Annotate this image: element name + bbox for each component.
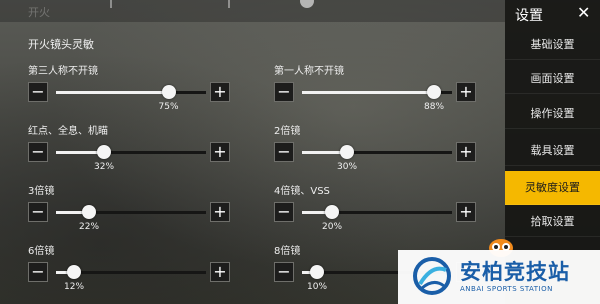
decrease-button[interactable]: −: [274, 142, 294, 162]
close-icon[interactable]: ✕: [577, 3, 590, 22]
slider-4x-scope-vss: 4倍镜、VSS − 20% +: [274, 182, 484, 232]
section-title: 开火镜头灵敏: [28, 38, 94, 51]
slider-red-dot-holo-iron: 红点、全息、机瞄 − 32% +: [28, 122, 238, 172]
slider-label: 第三人称不开镜: [28, 66, 98, 77]
slider-fill: [302, 91, 434, 94]
divider: [110, 0, 112, 8]
slider-track[interactable]: 88%: [302, 85, 452, 112]
sidebar-item-sensitivity[interactable]: 灵敏度设置: [505, 171, 600, 205]
slider-track[interactable]: 20%: [302, 205, 452, 232]
slider-label: 4倍镜、VSS: [274, 186, 330, 197]
slider-first-person-no-scope: 第一人称不开镜 − 88% +: [274, 62, 484, 112]
slider-value: 12%: [64, 282, 85, 292]
slider-thumb[interactable]: [325, 205, 339, 219]
increase-button[interactable]: +: [456, 142, 476, 162]
slider-track[interactable]: 30%: [302, 145, 452, 172]
slider-value: 30%: [337, 162, 358, 172]
decrease-button[interactable]: −: [274, 262, 294, 282]
slider-thumb[interactable]: [97, 145, 111, 159]
slider-thumb[interactable]: [427, 85, 441, 99]
slider-track[interactable]: 75%: [56, 85, 206, 112]
sidebar-item-pickup[interactable]: 拾取设置: [505, 207, 600, 237]
slider-thumb[interactable]: [310, 265, 324, 279]
settings-title: 设置: [515, 8, 543, 24]
decrease-button[interactable]: −: [28, 202, 48, 222]
increase-button[interactable]: +: [210, 202, 230, 222]
slider-label: 红点、全息、机瞄: [28, 126, 108, 137]
increase-button[interactable]: +: [210, 262, 230, 282]
slider-6x-scope: 6倍镜 − 12% +: [28, 242, 238, 292]
header-ghost-text: 开火: [28, 6, 50, 19]
increase-button[interactable]: +: [210, 82, 230, 102]
slider-thumb[interactable]: [340, 145, 354, 159]
slider-label: 6倍镜: [28, 246, 55, 257]
slider-3x-scope: 3倍镜 − 22% +: [28, 182, 238, 232]
slider-label: 2倍镜: [274, 126, 301, 137]
sidebar-item-vehicle[interactable]: 载具设置: [505, 136, 600, 166]
slider-track[interactable]: 22%: [56, 205, 206, 232]
sidebar-item-basic[interactable]: 基础设置: [505, 30, 600, 60]
slider-label: 8倍镜: [274, 246, 301, 257]
slider-value: 22%: [79, 222, 100, 232]
slider-label: 第一人称不开镜: [274, 66, 344, 77]
slider-value: 10%: [307, 282, 328, 292]
slider-fill: [56, 91, 169, 94]
brand-logo-icon: [413, 257, 451, 295]
decrease-button[interactable]: −: [28, 142, 48, 162]
sidebar-header: 设置 ✕: [505, 0, 600, 28]
watermark-title: 安柏竞技站: [460, 260, 570, 284]
watermark: 安柏竞技站 ANBAI SPORTS STATION: [398, 250, 600, 304]
slider-track[interactable]: 32%: [56, 145, 206, 172]
top-scroll-remnant: 开火: [0, 0, 505, 22]
decrease-button[interactable]: −: [274, 82, 294, 102]
increase-button[interactable]: +: [210, 142, 230, 162]
decrease-button[interactable]: −: [274, 202, 294, 222]
slider-thumb[interactable]: [67, 265, 81, 279]
slider-label: 3倍镜: [28, 186, 55, 197]
decrease-button[interactable]: −: [28, 82, 48, 102]
decrease-button[interactable]: −: [28, 262, 48, 282]
slider-thumb-partial[interactable]: [300, 0, 314, 8]
increase-button[interactable]: +: [456, 82, 476, 102]
slider-track[interactable]: 12%: [56, 265, 206, 292]
increase-button[interactable]: +: [456, 202, 476, 222]
sidebar-item-controls[interactable]: 操作设置: [505, 99, 600, 129]
slider-value: 32%: [94, 162, 115, 172]
slider-value: 20%: [322, 222, 343, 232]
slider-value: 75%: [158, 102, 179, 112]
watermark-subtitle: ANBAI SPORTS STATION: [460, 285, 553, 293]
divider: [228, 0, 230, 8]
slider-thumb[interactable]: [82, 205, 96, 219]
slider-value: 88%: [424, 102, 445, 112]
slider-third-person-no-scope: 第三人称不开镜 − 75% +: [28, 62, 238, 112]
slider-thumb[interactable]: [161, 85, 176, 99]
sidebar-item-graphics[interactable]: 画面设置: [505, 64, 600, 94]
slider-2x-scope: 2倍镜 − 30% +: [274, 122, 484, 172]
